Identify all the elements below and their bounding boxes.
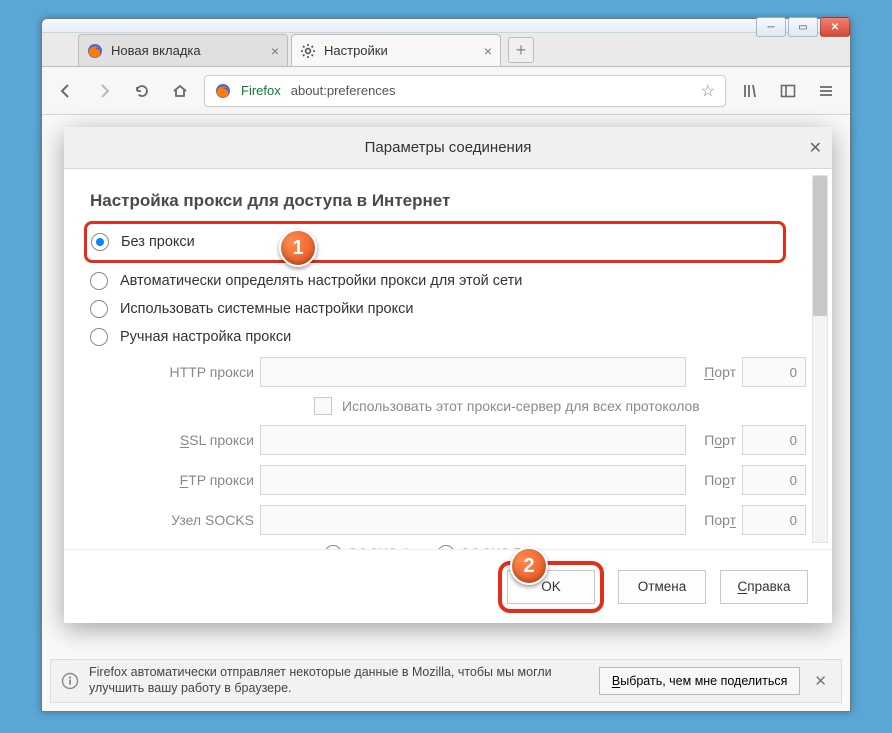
content-area: Параметры соединения ✕ Настройка прокси … [42, 115, 850, 711]
radio-socks5[interactable]: SOCKS 5 [437, 545, 522, 549]
tab-strip: Новая вкладка × Настройки × + [42, 33, 850, 67]
window-maximize-button[interactable]: ▭ [788, 17, 818, 37]
new-tab-button[interactable]: + [508, 37, 534, 63]
gear-icon [300, 43, 316, 59]
scrollbar-thumb[interactable] [813, 176, 827, 316]
window-titlebar: ─ ▭ ✕ [42, 19, 850, 33]
help-button[interactable]: Справка [720, 570, 808, 604]
library-button[interactable] [736, 77, 764, 105]
reload-button[interactable] [128, 77, 156, 105]
scrollbar[interactable] [812, 175, 828, 543]
radio-icon[interactable] [90, 328, 108, 346]
info-message: Firefox автоматически отправляет некотор… [89, 665, 589, 696]
port-label: Порт [692, 472, 736, 488]
menu-button[interactable] [812, 77, 840, 105]
dialog-title-text: Параметры соединения [365, 139, 532, 156]
radio-icon[interactable] [90, 300, 108, 318]
nav-toolbar: Firefox about:preferences ☆ [42, 67, 850, 115]
ssl-port-input[interactable] [742, 425, 806, 455]
radio-icon[interactable] [90, 272, 108, 290]
checkbox-label: Использовать этот прокси-сервер для всех… [342, 398, 700, 414]
socks-proxy-label: Узел SOCKS [146, 512, 254, 528]
dialog-close-icon[interactable]: ✕ [809, 138, 822, 158]
forward-button[interactable] [90, 77, 118, 105]
back-button[interactable] [52, 77, 80, 105]
port-label: Порт [692, 432, 736, 448]
sidebar-button[interactable] [774, 77, 802, 105]
radio-label: Ручная настройка прокси [120, 329, 291, 345]
bookmark-star-icon[interactable]: ☆ [701, 81, 715, 101]
share-choice-button[interactable]: Выбрать, чем мне поделиться [599, 667, 801, 695]
socks-version-row: SOCKS 4 SOCKS 5 [324, 545, 806, 549]
info-icon [61, 672, 79, 690]
use-for-all-checkbox-row[interactable]: Использовать этот прокси-сервер для всех… [314, 397, 806, 415]
section-title: Настройка прокси для доступа в Интернет [90, 191, 806, 211]
tab-settings[interactable]: Настройки × [291, 34, 501, 66]
url-text: about:preferences [291, 83, 396, 98]
tab-close-icon[interactable]: × [271, 43, 279, 59]
radio-label: Автоматически определять настройки прокс… [120, 273, 522, 289]
cancel-button[interactable]: Отмена [618, 570, 706, 604]
home-button[interactable] [166, 77, 194, 105]
radio-manual-proxy[interactable]: Ручная настройка прокси [90, 323, 806, 351]
window-close-button[interactable]: ✕ [820, 17, 850, 37]
tab-new[interactable]: Новая вкладка × [78, 34, 288, 66]
http-proxy-input[interactable] [260, 357, 686, 387]
ssl-proxy-input[interactable] [260, 425, 686, 455]
http-port-input[interactable] [742, 357, 806, 387]
radio-label: Использовать системные настройки прокси [120, 301, 413, 317]
radio-system-proxy[interactable]: Использовать системные настройки прокси [90, 295, 806, 323]
info-close-icon[interactable]: ✕ [810, 668, 831, 694]
radio-auto-detect[interactable]: Автоматически определять настройки прокс… [90, 267, 806, 295]
socks-port-input[interactable] [742, 505, 806, 535]
port-label: Порт [692, 364, 736, 380]
http-proxy-label: HTTP прокси [146, 364, 254, 380]
window-minimize-button[interactable]: ─ [756, 17, 786, 37]
dialog-body: Настройка прокси для доступа в Интернет … [64, 169, 832, 549]
manual-proxy-grid: HTTP прокси Порт Использовать этот прокс… [146, 357, 806, 549]
connection-settings-dialog: Параметры соединения ✕ Настройка прокси … [64, 127, 832, 623]
socks-proxy-input[interactable] [260, 505, 686, 535]
ftp-port-input[interactable] [742, 465, 806, 495]
firefox-icon [87, 43, 103, 59]
radio-socks4[interactable]: SOCKS 4 [324, 545, 409, 549]
callout-badge-2: 2 [510, 547, 548, 585]
firefox-icon [215, 83, 231, 99]
radio-no-proxy[interactable]: Без прокси [91, 228, 779, 256]
ftp-proxy-input[interactable] [260, 465, 686, 495]
port-label: Порт [692, 512, 736, 528]
checkbox-icon[interactable] [314, 397, 332, 415]
dialog-footer: OK Отмена Справка [64, 549, 832, 623]
app-window: ─ ▭ ✕ Новая вкладка × Настройки × + F [41, 18, 851, 712]
tab-label: Настройки [324, 43, 388, 58]
ssl-proxy-label: SSL прокси [146, 432, 254, 448]
radio-label: Без прокси [121, 234, 195, 250]
callout-badge-1: 1 [279, 229, 317, 267]
url-bar[interactable]: Firefox about:preferences ☆ [204, 75, 726, 107]
highlight-box-1: Без прокси [84, 221, 786, 263]
info-bar: Firefox автоматически отправляет некотор… [50, 659, 842, 703]
url-product: Firefox [241, 83, 281, 98]
tab-label: Новая вкладка [111, 43, 201, 58]
radio-icon[interactable] [91, 233, 109, 251]
dialog-titlebar: Параметры соединения ✕ [64, 127, 832, 169]
tab-close-icon[interactable]: × [484, 43, 492, 59]
ftp-proxy-label: FTP прокси [146, 472, 254, 488]
